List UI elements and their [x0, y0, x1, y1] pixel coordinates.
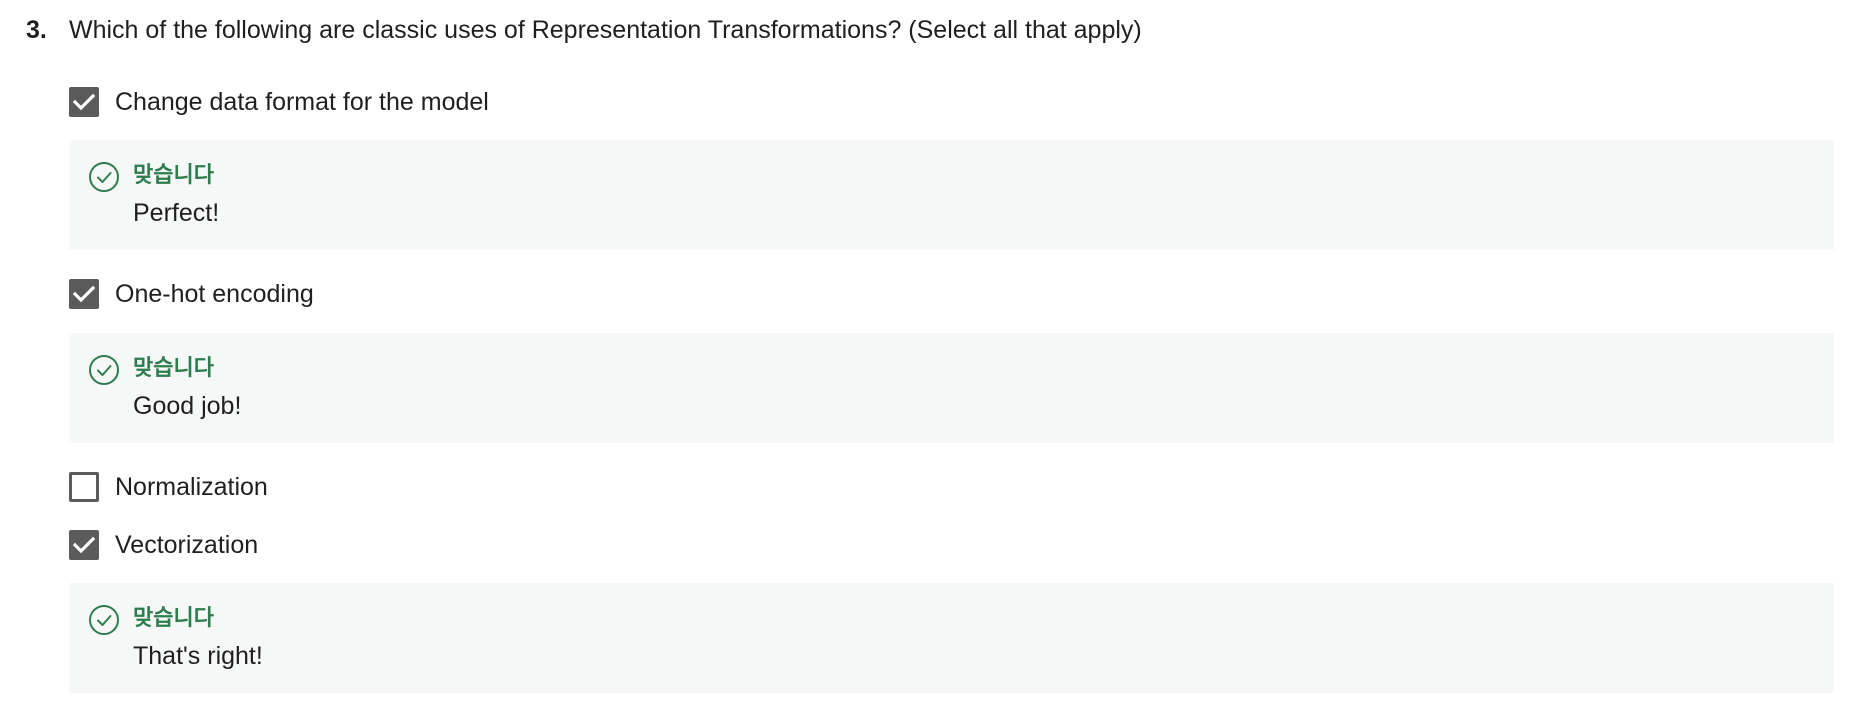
check-circle-icon — [89, 162, 119, 192]
option-label: Vectorization — [115, 530, 259, 559]
option-label: One-hot encoding — [115, 279, 314, 308]
option-vectorization[interactable]: Vectorization — [69, 525, 258, 565]
check-circle-icon — [89, 605, 119, 635]
question-number: 3. — [26, 16, 47, 44]
feedback-correct: 맞습니다 Perfect! — [69, 140, 1834, 250]
feedback-status: 맞습니다 — [133, 605, 214, 630]
feedback-status: 맞습니다 — [133, 355, 214, 380]
checkbox-checked[interactable] — [69, 279, 99, 309]
question-text: Which of the following are classic uses … — [69, 16, 1142, 44]
feedback-status: 맞습니다 — [133, 162, 214, 187]
quiz-question: 3. Which of the following are classic us… — [0, 0, 1852, 714]
feedback-message: That's right! — [133, 642, 263, 670]
feedback-message: Perfect! — [133, 199, 220, 227]
checkmark-icon — [73, 93, 95, 111]
checkmark-icon — [73, 285, 95, 303]
checkbox-checked[interactable] — [69, 530, 99, 560]
checkbox-unchecked[interactable] — [69, 472, 99, 502]
option-label: Normalization — [115, 472, 268, 501]
option-change-data-format[interactable]: Change data format for the model — [69, 82, 489, 122]
feedback-correct: 맞습니다 That's right! — [69, 583, 1834, 693]
option-label: Change data format for the model — [115, 87, 489, 116]
feedback-correct: 맞습니다 Good job! — [69, 333, 1834, 443]
option-normalization[interactable]: Normalization — [69, 467, 268, 507]
checkbox-checked[interactable] — [69, 87, 99, 117]
question-header: 3. Which of the following are classic us… — [26, 10, 1142, 50]
option-one-hot-encoding[interactable]: One-hot encoding — [69, 274, 314, 314]
checkmark-icon — [73, 536, 95, 554]
feedback-message: Good job! — [133, 392, 242, 420]
check-circle-icon — [89, 355, 119, 385]
